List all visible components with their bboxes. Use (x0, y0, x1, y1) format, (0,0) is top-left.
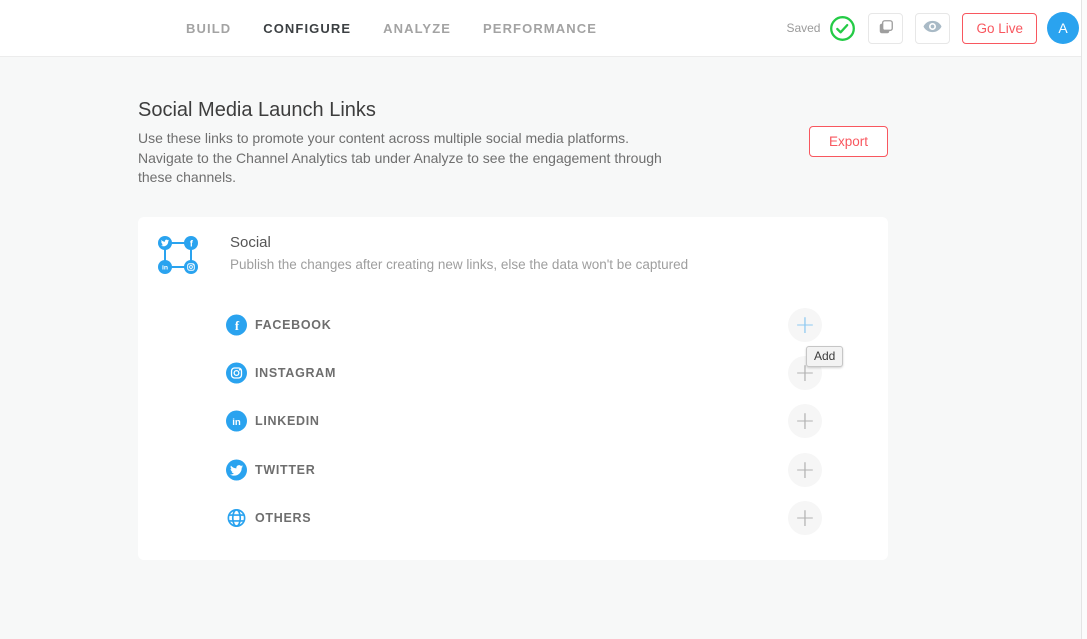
instagram-icon (226, 362, 247, 384)
plus-icon: + (794, 502, 816, 532)
platform-label: TWITTER (255, 463, 316, 477)
main-nav: BUILD CONFIGURE ANALYZE PERFORMANCE (186, 0, 597, 56)
add-linkedin-link-button[interactable]: + (788, 404, 822, 438)
svg-text:in: in (162, 265, 168, 272)
platform-label: FACEBOOK (255, 318, 332, 332)
facebook-icon: f (226, 314, 247, 336)
nav-tab-configure[interactable]: CONFIGURE (263, 21, 351, 36)
platform-row-facebook: f FACEBOOK + (138, 301, 888, 349)
plus-icon: + (794, 309, 816, 339)
nav-tab-performance[interactable]: PERFORMANCE (483, 21, 597, 36)
add-tooltip: Add (806, 346, 844, 367)
go-live-button[interactable]: Go Live (962, 12, 1037, 44)
platform-row-instagram: INSTAGRAM + (138, 349, 888, 397)
top-header: BUILD CONFIGURE ANALYZE PERFORMANCE Save… (0, 0, 1087, 57)
page-description: Use these links to promote your content … (138, 130, 662, 185)
platform-label: INSTAGRAM (255, 366, 337, 380)
twitter-icon (226, 459, 247, 481)
card-subtitle: Publish the changes after creating new l… (230, 257, 689, 272)
platform-label: LINKEDIN (255, 414, 320, 428)
add-twitter-link-button[interactable]: + (788, 453, 822, 487)
platform-row-others: OTHERS + (138, 494, 888, 542)
platform-label: OTHERS (255, 511, 312, 525)
platform-row-linkedin: in LINKEDIN + (138, 397, 888, 445)
page-title: Social Media Launch Links (138, 99, 376, 121)
eye-icon (922, 16, 943, 40)
export-button[interactable]: Export (809, 126, 888, 157)
plus-icon: + (794, 454, 816, 484)
card-title: Social (230, 234, 271, 251)
header-actions: Saved Go Live A (786, 0, 1079, 56)
social-network-cluster-icon: f in (155, 234, 201, 281)
saved-status-label: Saved (786, 21, 821, 35)
nav-tab-build[interactable]: BUILD (186, 21, 231, 36)
social-links-card: f in Social Publish the changes after cr… (138, 217, 888, 560)
linkedin-icon: in (226, 410, 247, 432)
nav-tab-analyze[interactable]: ANALYZE (383, 21, 451, 36)
add-facebook-link-button[interactable]: + (788, 308, 822, 342)
layers-button[interactable] (868, 12, 904, 44)
plus-icon: + (794, 405, 816, 435)
add-others-link-button[interactable]: + (788, 501, 822, 535)
platform-row-twitter: TWITTER + (138, 446, 888, 494)
avatar[interactable]: A (1047, 12, 1079, 44)
layers-icon (876, 17, 896, 40)
app-window: BUILD CONFIGURE ANALYZE PERFORMANCE Save… (0, 0, 1087, 639)
preview-button[interactable] (915, 12, 951, 44)
vertical-scrollbar[interactable] (1081, 0, 1087, 639)
svg-text:in: in (232, 417, 241, 428)
check-circle-icon (829, 15, 856, 42)
globe-icon (226, 508, 247, 529)
